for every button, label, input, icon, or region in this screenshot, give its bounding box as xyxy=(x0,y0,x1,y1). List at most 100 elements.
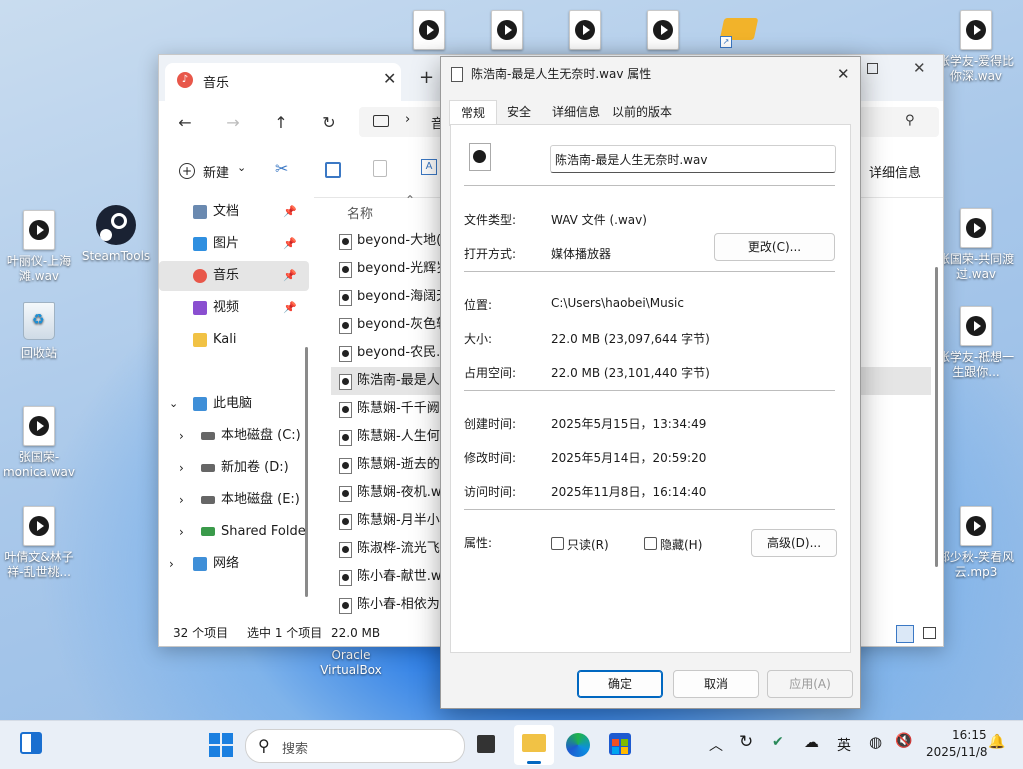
back-arrow-icon[interactable]: ← xyxy=(173,111,197,135)
sidebar-scrollbar[interactable] xyxy=(305,347,308,597)
taskbar-search-box[interactable]: ⚲ 搜索 xyxy=(245,729,465,763)
pin-icon: 📌 xyxy=(283,237,297,250)
forward-arrow-icon[interactable]: → xyxy=(221,111,245,135)
tab-general[interactable]: 常规 xyxy=(449,100,497,126)
clock-date[interactable]: 2025/11/8 xyxy=(926,745,988,759)
paste-icon[interactable] xyxy=(373,160,387,177)
navigation-pane: 文档 📌 图片 📌 音乐 📌 视频 📌 Kali ⌄ 此电脑 › 本地磁盘 (C… xyxy=(159,197,314,621)
details-pane-button[interactable]: 详细信息 xyxy=(849,161,939,183)
readonly-checkbox[interactable] xyxy=(551,537,564,550)
desktop-icon-virtualbox-label[interactable]: Oracle VirtualBox xyxy=(312,648,390,678)
recycle-bin-icon: ♻ xyxy=(23,302,55,340)
start-button[interactable] xyxy=(209,733,233,757)
up-arrow-icon[interactable]: ↑ xyxy=(269,111,293,135)
close-icon[interactable]: ✕ xyxy=(837,57,850,91)
file-name: 陈浩南-最是人生 xyxy=(357,373,453,388)
desktop-file-icon[interactable] xyxy=(491,10,523,54)
desktop-icon-steamtools[interactable]: SteamTools xyxy=(77,205,155,264)
steam-icon xyxy=(96,205,136,245)
filename-field[interactable]: 陈浩南-最是人生无奈时.wav xyxy=(550,145,836,173)
search-icon: ⚲ xyxy=(905,113,915,128)
desktop-icon-file[interactable]: 郑少秋-笑看风云.mp3 xyxy=(936,506,1016,580)
sidebar-item-network[interactable]: › 网络 xyxy=(159,549,309,579)
audio-file-icon xyxy=(339,598,352,614)
file-icon-small xyxy=(451,67,463,82)
ok-button[interactable]: 确定 xyxy=(577,670,663,698)
sidebar-item-kali[interactable]: Kali xyxy=(159,325,309,355)
sidebar-item-drive-d[interactable]: › 新加卷 (D:) xyxy=(159,453,309,483)
hidden-checkbox[interactable] xyxy=(644,537,657,550)
desktop-icon-file[interactable]: 张国荣-共同渡过.wav xyxy=(936,208,1016,282)
file-explorer-taskbar-button[interactable] xyxy=(514,725,554,765)
tray-app-icon[interactable]: ✔ xyxy=(772,734,784,750)
explorer-tab-music[interactable]: ♪ 音乐 ✕ xyxy=(165,63,401,101)
cut-icon[interactable]: ✂ xyxy=(275,159,288,178)
tab-previous-versions[interactable]: 以前的版本 xyxy=(607,100,677,124)
desktop-icon-file[interactable]: 张学友-祗想一生跟你... xyxy=(936,306,1016,380)
clock-time[interactable]: 16:15 xyxy=(952,728,987,742)
desktop-icon-file[interactable]: 叶倩文&林子祥-乱世桃... xyxy=(0,506,78,580)
apply-button[interactable]: 应用(A) xyxy=(767,670,853,698)
edge-browser-icon[interactable] xyxy=(566,733,590,757)
audio-file-icon xyxy=(339,290,352,306)
sidebar-item-shared-folder[interactable]: › Shared Folde xyxy=(159,517,309,547)
sidebar-item-drive-e[interactable]: › 本地磁盘 (E:) xyxy=(159,485,309,515)
maximize-icon[interactable] xyxy=(867,63,878,74)
divider xyxy=(464,509,835,510)
desktop-shortcut-icon[interactable]: ↗ xyxy=(719,12,760,48)
hidden-label[interactable]: 隐藏(H) xyxy=(660,536,702,553)
column-header-name[interactable]: 名称 xyxy=(347,203,373,222)
sort-chevron-up-icon: ⌃ xyxy=(405,193,416,207)
copy-icon[interactable] xyxy=(325,162,341,178)
sidebar-item-this-pc[interactable]: ⌄ 此电脑 xyxy=(159,389,309,419)
microsoft-store-icon[interactable] xyxy=(609,733,631,755)
desktop-icon-label: 张国荣-monica.wav xyxy=(2,450,75,479)
desktop-icon-file[interactable]: 张国荣-monica.wav xyxy=(0,406,78,480)
rename-icon[interactable]: A xyxy=(421,159,437,175)
sync-icon[interactable]: ↻ xyxy=(739,732,753,752)
new-button[interactable]: + 新建 ⌄ xyxy=(177,161,247,183)
vertical-scrollbar[interactable] xyxy=(935,267,938,567)
tab-security[interactable]: 安全 xyxy=(499,100,539,124)
cancel-button[interactable]: 取消 xyxy=(673,670,759,698)
advanced-button[interactable]: 高级(D)... xyxy=(751,529,837,557)
search-box[interactable]: ⚲ xyxy=(859,107,939,137)
desktop-file-icon[interactable] xyxy=(413,10,445,54)
desktop-icon-recycle-bin[interactable]: ♻ 回收站 xyxy=(0,302,78,361)
chevron-right-icon: › xyxy=(179,493,184,507)
desktop-icon-label: 叶倩文&林子祥-乱世桃... xyxy=(4,550,74,579)
tab-label: 以前的版本 xyxy=(611,105,672,119)
refresh-icon[interactable]: ↻ xyxy=(317,111,341,135)
widgets-icon[interactable] xyxy=(20,732,42,754)
chevron-up-icon[interactable]: ︿ xyxy=(709,735,723,755)
new-tab-icon[interactable]: + xyxy=(419,67,434,88)
ime-indicator[interactable]: 英 xyxy=(837,735,851,755)
network-offline-icon[interactable]: ☁ xyxy=(804,733,819,751)
sidebar-item-drive-c[interactable]: › 本地磁盘 (C:) xyxy=(159,421,309,451)
desktop-icon-file[interactable]: 张学友-爱得比你深.wav xyxy=(936,10,1016,84)
change-button[interactable]: 更改(C)... xyxy=(714,233,835,261)
tab-details[interactable]: 详细信息 xyxy=(545,100,607,124)
sidebar-item-documents[interactable]: 文档 📌 xyxy=(159,197,309,227)
sidebar-item-music[interactable]: 音乐 📌 xyxy=(159,261,309,291)
details-view-icon[interactable] xyxy=(896,625,914,643)
sidebar-item-videos[interactable]: 视频 📌 xyxy=(159,293,309,323)
globe-icon[interactable]: ◍ xyxy=(869,733,882,751)
task-view-icon[interactable] xyxy=(477,735,495,753)
tab-title: 音乐 xyxy=(203,76,230,91)
readonly-label[interactable]: 只读(R) xyxy=(567,536,609,553)
desktop-icon-file[interactable]: 叶丽仪-上海滩.wav xyxy=(0,210,78,284)
tiles-view-icon[interactable] xyxy=(923,627,936,639)
desktop-file-icon[interactable] xyxy=(647,10,679,54)
close-window-icon[interactable]: ✕ xyxy=(913,59,926,77)
volume-muted-icon[interactable]: 🔇 xyxy=(895,733,912,749)
desktop-file-icon[interactable] xyxy=(569,10,601,54)
audio-file-icon xyxy=(23,210,55,250)
tab-close-icon[interactable]: ✕ xyxy=(383,69,396,88)
address-bar[interactable]: › 音 xyxy=(359,107,445,137)
sidebar-item-pictures[interactable]: 图片 📌 xyxy=(159,229,309,259)
dialog-title: 陈浩南-最是人生无奈时.wav 属性 xyxy=(471,67,652,81)
notification-bell-icon[interactable]: 🔔 xyxy=(988,734,1005,750)
music-folder-icon: ♪ xyxy=(177,72,193,88)
disk-size-label: 占用空间: xyxy=(464,366,517,380)
